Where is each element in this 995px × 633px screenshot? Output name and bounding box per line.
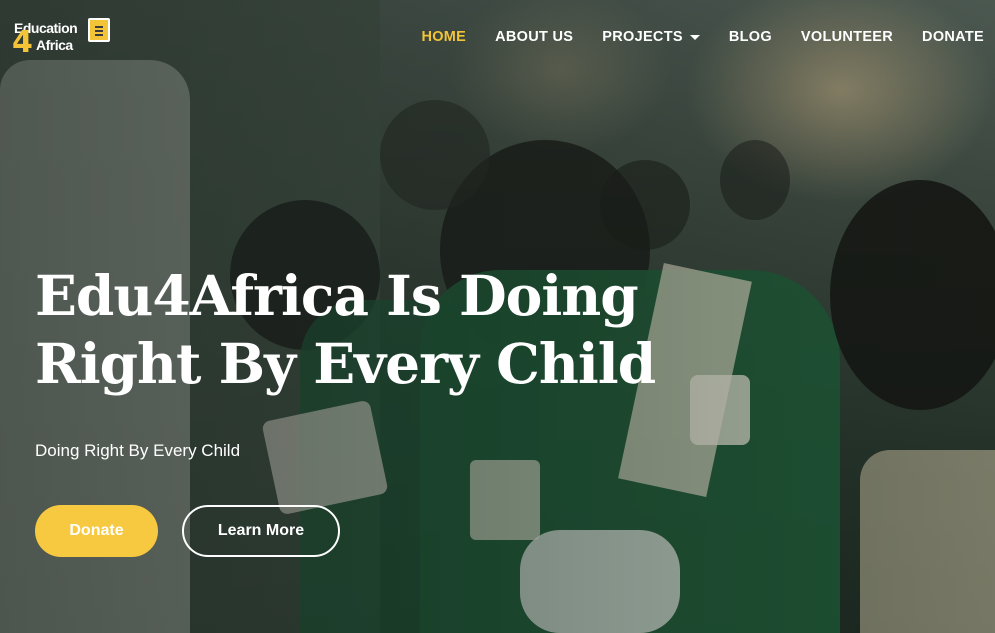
- learn-more-button[interactable]: Learn More: [182, 505, 340, 557]
- nav-item-volunteer[interactable]: VOLUNTEER: [801, 29, 893, 45]
- logo-text-africa: Africa: [36, 37, 73, 53]
- hero-subtitle: Doing Right By Every Child: [35, 441, 241, 460]
- nav-item-label: PROJECTS: [602, 29, 683, 45]
- hero-title-line-2: Right By Every Child: [35, 331, 656, 396]
- caret-down-icon: [689, 34, 700, 40]
- logo-number: 4: [12, 25, 33, 60]
- nav-item-projects[interactable]: PROJECTS: [602, 29, 700, 45]
- nav-item-home[interactable]: HOME: [421, 29, 466, 45]
- hero-title-line-1: Edu4Africa Is Doing: [35, 263, 639, 328]
- donate-button[interactable]: Donate: [35, 505, 158, 557]
- main-navigation: HOME ABOUT US PROJECTS BLOG VOLUNTEER DO…: [392, 29, 984, 45]
- nav-item-blog[interactable]: BLOG: [729, 29, 772, 45]
- nav-item-label: HOME: [421, 29, 467, 45]
- nav-item-label: ABOUT US: [495, 29, 574, 45]
- hero-title: Edu4Africa Is Doing Right By Every Child: [35, 262, 735, 398]
- site-logo[interactable]: Education 4 Africa: [10, 16, 114, 60]
- nav-item-label: VOLUNTEER: [800, 29, 894, 45]
- nav-item-label: DONATE: [922, 29, 984, 45]
- nav-item-label: BLOG: [728, 29, 772, 45]
- open-book-icon: [88, 18, 110, 42]
- nav-item-donate[interactable]: DONATE: [922, 29, 984, 45]
- nav-item-about-us[interactable]: ABOUT US: [495, 29, 573, 45]
